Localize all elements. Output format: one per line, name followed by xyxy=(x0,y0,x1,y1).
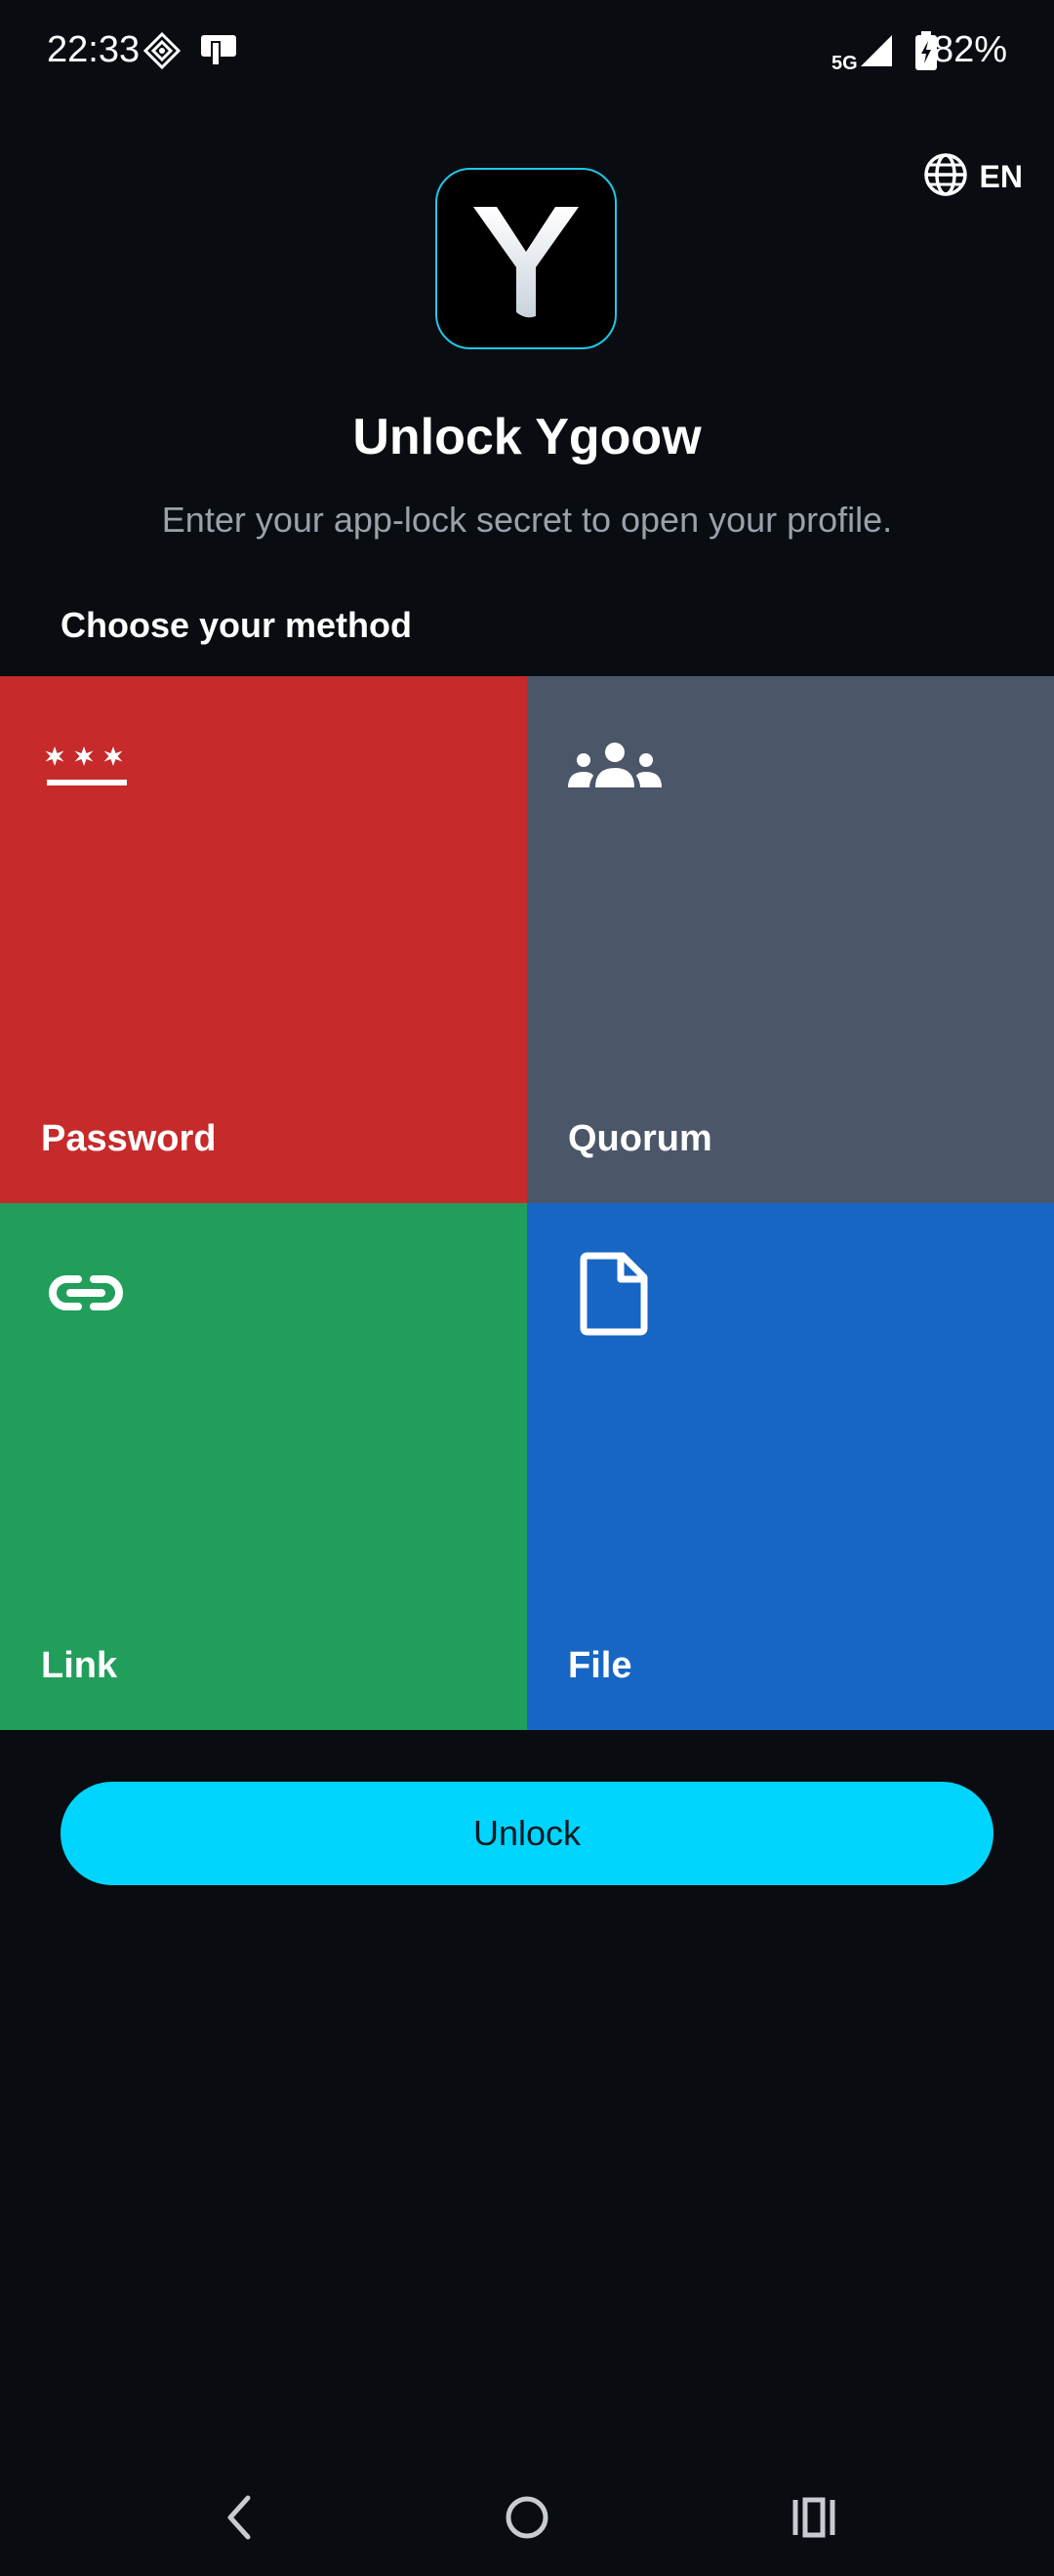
battery-percent: 82% xyxy=(932,29,1007,70)
page-title: Unlock Ygoow xyxy=(352,409,702,465)
navigation-bar xyxy=(0,2459,1054,2576)
method-tile-quorum[interactable]: Quorum xyxy=(527,676,1054,1203)
method-label-password: Password xyxy=(41,1118,217,1159)
method-label-link: Link xyxy=(41,1645,118,1686)
status-time: 22:33 xyxy=(47,29,141,70)
page-subtitle: Enter your app-lock secret to open your … xyxy=(161,500,893,540)
back-icon[interactable] xyxy=(217,2488,260,2552)
language-label: EN xyxy=(979,159,1023,194)
method-label-quorum: Quorum xyxy=(568,1118,712,1159)
status-right: 5G 82% xyxy=(831,29,1007,76)
link-icon xyxy=(45,1271,127,1319)
vpn-icon xyxy=(142,31,182,75)
unlock-button[interactable]: Unlock xyxy=(61,1782,993,1885)
unlock-screen: 22:33 5G 82% EN Unlock Ygoow Enter your … xyxy=(0,0,1054,2576)
globe-icon xyxy=(923,152,968,202)
language-switch[interactable]: EN xyxy=(923,152,1023,202)
group-icon xyxy=(568,741,662,800)
logo-y-icon xyxy=(473,207,579,318)
app-logo xyxy=(435,168,617,349)
method-label-file: File xyxy=(568,1645,632,1686)
home-icon[interactable] xyxy=(504,2488,550,2552)
method-tile-file[interactable]: File xyxy=(527,1203,1054,1730)
signal-icon xyxy=(859,33,894,73)
method-tile-link[interactable]: Link xyxy=(0,1203,527,1730)
file-icon xyxy=(580,1252,650,1341)
status-bar: 22:33 5G 82% xyxy=(0,0,1054,107)
network-type: 5G xyxy=(831,53,858,74)
method-tile-password[interactable]: Password xyxy=(0,676,527,1203)
recents-icon[interactable] xyxy=(790,2488,837,2552)
notification-icon xyxy=(199,31,238,75)
method-grid: Password Quorum Link File xyxy=(0,676,1054,1730)
password-icon xyxy=(43,745,131,808)
method-section-label: Choose your method xyxy=(61,605,413,645)
